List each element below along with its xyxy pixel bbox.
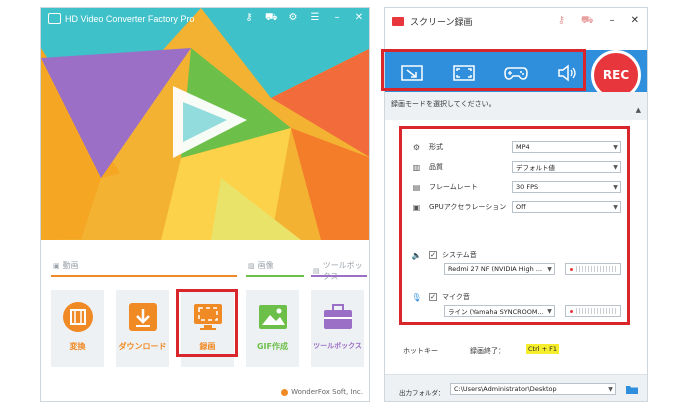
settings-icon[interactable]: ⚙ <box>287 12 299 24</box>
custom-region-button[interactable] <box>389 56 435 90</box>
recorder-logo-icon <box>392 16 404 26</box>
briefcase-icon <box>323 304 352 329</box>
framerate-icon: ▤ <box>412 182 421 192</box>
dropdown-arrow-icon: ▼ <box>613 163 618 171</box>
menu-icon[interactable]: ☰ <box>309 12 321 24</box>
output-folder-bar: 出力フォルダ： C:\Users\Administrator\Desktop ▼ <box>385 374 647 401</box>
fullscreen-button[interactable] <box>441 56 487 90</box>
system-audio-level-meter <box>565 263 621 275</box>
convert-tile[interactable]: 変換 <box>51 290 104 367</box>
mode-hint: 録画モードを選択してください。 <box>391 100 496 108</box>
film-icon: ▣ <box>53 261 60 270</box>
mode-hint-bar: 録画モードを選択してください。 ▲ <box>385 92 647 120</box>
gpu-row: ▣ GPUアクセラレーション Off ▼ <box>411 200 623 214</box>
gif-icon <box>258 305 287 329</box>
gif-tile[interactable]: GIF作成 <box>246 290 299 367</box>
microphone-icon: 🎙 <box>411 292 422 302</box>
key-icon[interactable]: ⚷ <box>558 15 565 28</box>
section-video: ▣ 動画 <box>53 261 79 270</box>
format-icon: ⚙ <box>412 142 421 152</box>
close-icon[interactable]: ✕ <box>353 12 365 24</box>
system-speaker-icon: 🔈 <box>411 250 422 260</box>
cart-icon[interactable]: ⛟ <box>265 12 278 24</box>
dropdown-arrow-icon: ▼ <box>613 203 618 211</box>
hotkey-label: ホットキー <box>403 347 438 355</box>
record-label: 録画 <box>199 342 216 351</box>
framerate-row: ▤ フレームレート 30 FPS ▼ <box>411 180 623 194</box>
format-row: ⚙ 形式 MP4 ▼ <box>411 140 623 154</box>
screen-recorder-window: スクリーン録画 ⚷ ⛟ – ✕ REC 録画モードを選択してください。 ▲ ⚙ … <box>384 7 648 402</box>
speaker-icon <box>558 64 576 82</box>
download-tile[interactable]: ダウンロード <box>116 290 169 367</box>
toolbox-tile[interactable]: ツールボックス <box>311 290 364 367</box>
minimize-icon[interactable]: – <box>331 12 343 24</box>
section-image: ▨ 画像 <box>248 261 274 270</box>
download-label: ダウンロード <box>118 342 167 351</box>
recorder-title: スクリーン録画 <box>410 17 473 28</box>
minimize-icon[interactable]: – <box>610 15 615 28</box>
region-select-icon <box>401 65 423 81</box>
wonderfox-logo-icon <box>281 388 289 396</box>
gamepad-icon <box>504 67 528 80</box>
splash-artwork <box>41 8 369 240</box>
dropdown-arrow-icon: ▼ <box>608 385 613 393</box>
quality-select[interactable]: デフォルト値 ▼ <box>512 161 621 173</box>
app-logo-icon <box>48 13 61 24</box>
gif-label: GIF作成 <box>256 342 288 351</box>
convert-label: 変換 <box>69 342 86 351</box>
dropdown-arrow-icon: ▼ <box>613 143 618 151</box>
framerate-select[interactable]: 30 FPS ▼ <box>512 181 621 193</box>
app-title: HD Video Converter Factory Pro <box>65 14 195 24</box>
quality-icon: ▥ <box>412 162 421 172</box>
section-toolbox-line <box>311 275 367 277</box>
gpu-icon: ▣ <box>412 202 421 212</box>
record-tile[interactable]: 録画 <box>181 290 234 367</box>
image-icon: ▨ <box>248 261 255 270</box>
hotkey-value[interactable]: Ctrl + F1 <box>526 344 560 354</box>
dropdown-arrow-icon: ▼ <box>547 265 552 273</box>
key-icon[interactable]: ⚷ <box>243 12 255 24</box>
section-video-line <box>51 275 237 277</box>
recorder-titlebar: スクリーン録画 ⚷ ⛟ – ✕ <box>385 8 647 34</box>
section-image-line <box>246 275 304 277</box>
format-select[interactable]: MP4 ▼ <box>512 141 621 153</box>
toolbox-icon: ▤ <box>313 267 320 275</box>
collapse-arrow-icon[interactable]: ▲ <box>636 106 641 114</box>
mic-device-select[interactable]: ライン (Yamaha SYNCROOM... ▼ <box>444 305 555 317</box>
converter-titlebar: HD Video Converter Factory Pro ⚷ ⛟ ⚙ ☰ –… <box>41 8 369 30</box>
output-folder-label: 出力フォルダ： <box>399 389 445 397</box>
convert-icon <box>62 302 93 332</box>
dropdown-arrow-icon: ▼ <box>547 307 552 315</box>
mic-audio-row: 🎙 ✓ マイク音 <box>411 292 470 302</box>
gpu-select[interactable]: Off ▼ <box>512 201 621 213</box>
game-mode-button[interactable] <box>493 56 539 90</box>
mic-level-meter <box>565 305 621 317</box>
fullscreen-icon <box>453 65 475 81</box>
cart-icon[interactable]: ⛟ <box>581 15 594 28</box>
footer-brand: WonderFox Soft, Inc. <box>281 388 363 396</box>
system-audio-checkbox[interactable]: ✓ <box>429 251 437 259</box>
hotkey-action: 録画終了： <box>470 347 505 355</box>
system-audio-device-select[interactable]: Redmi 27 NF (NVIDIA High ... ▼ <box>444 263 555 275</box>
screen-record-icon <box>193 304 222 330</box>
open-folder-icon[interactable] <box>625 384 639 395</box>
quality-row: ▥ 品質 デフォルト値 ▼ <box>411 160 623 174</box>
section-toolbox: ▤ ツールボックス <box>313 261 363 281</box>
converter-window: HD Video Converter Factory Pro ⚷ ⛟ ⚙ ☰ –… <box>40 7 370 402</box>
output-folder-select[interactable]: C:\Users\Administrator\Desktop ▼ <box>450 383 616 395</box>
download-icon <box>128 303 157 331</box>
audio-only-button[interactable] <box>545 56 591 90</box>
system-audio-row: 🔈 ✓ システム音 <box>411 250 477 260</box>
mic-audio-checkbox[interactable]: ✓ <box>429 293 437 301</box>
close-icon[interactable]: ✕ <box>631 15 639 28</box>
toolbox-label: ツールボックス <box>313 342 362 350</box>
dropdown-arrow-icon: ▼ <box>613 183 618 191</box>
